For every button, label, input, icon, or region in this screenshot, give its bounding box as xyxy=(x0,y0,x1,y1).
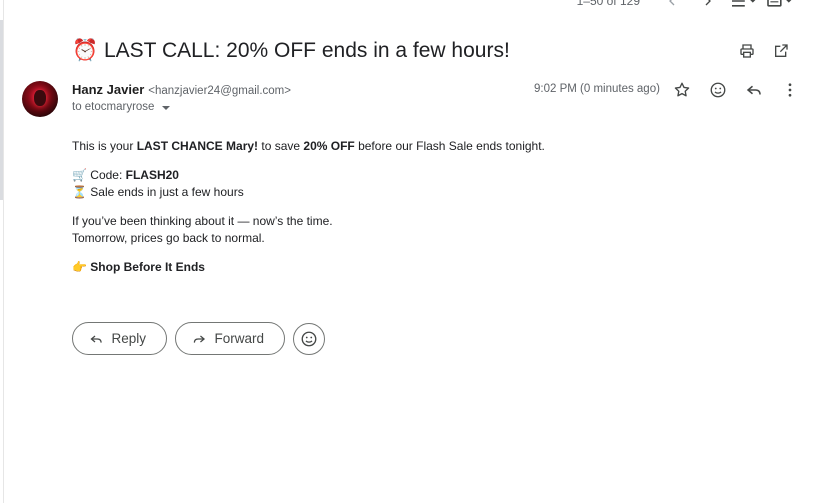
emoji-reaction-icon[interactable] xyxy=(700,77,736,103)
sender-name[interactable]: Hanz Javier xyxy=(72,82,144,97)
email-subject: ⏰ LAST CALL: 20% OFF ends in a few hours… xyxy=(72,39,510,62)
intro-bold-1: LAST CHANCE Mary! xyxy=(136,139,259,153)
promo-code: FLASH20 xyxy=(125,168,179,182)
sale-ends-line: ⏳ Sale ends in just a few hours xyxy=(72,185,244,199)
reply-icon xyxy=(90,335,102,343)
input-tools-icon[interactable] xyxy=(762,0,798,11)
intro-text-3: before our Flash Sale ends tonight. xyxy=(354,139,545,153)
message-time: 9:02 PM (0 minutes ago) xyxy=(534,83,660,95)
sender-line: Hanz Javier <hanzjavier24@gmail.com> xyxy=(72,82,291,97)
reply-button[interactable]: Reply xyxy=(72,322,167,355)
recipient-line[interactable]: to etocmaryrose xyxy=(72,101,171,113)
forward-label: Forward xyxy=(214,331,264,346)
density-icon[interactable] xyxy=(726,0,762,11)
intro-text-1: This is your xyxy=(72,139,137,153)
scrollbar-thumb[interactable] xyxy=(0,20,3,200)
star-icon[interactable] xyxy=(664,77,700,103)
pointing-hand-icon: 👉 xyxy=(72,260,91,274)
intro-text-2: to save xyxy=(258,139,304,153)
details-dropdown-icon[interactable] xyxy=(162,106,171,110)
subject-row: ⏰ LAST CALL: 20% OFF ends in a few hours… xyxy=(72,36,796,66)
message-body: This is your LAST CHANCE Mary! to save 2… xyxy=(72,138,545,276)
tomorrow-line: Tomorrow, prices go back to normal. xyxy=(72,231,265,245)
recipient-text: to etocmaryrose xyxy=(72,101,155,113)
print-icon[interactable] xyxy=(732,36,762,66)
forward-button[interactable]: Forward xyxy=(175,322,285,355)
shop-cta-link[interactable]: Shop Before It Ends xyxy=(90,260,205,274)
cta-line: 👉 Shop Before It Ends xyxy=(72,259,545,276)
think-line: If you’ve been thinking about it — now’s… xyxy=(72,214,333,228)
chevron-right-icon[interactable] xyxy=(690,0,726,11)
chevron-left-icon[interactable] xyxy=(654,0,690,11)
sender-avatar[interactable] xyxy=(22,81,58,117)
emoji-reaction-button[interactable] xyxy=(293,322,325,355)
reply-label: Reply xyxy=(111,331,146,346)
intro-paragraph: This is your LAST CHANCE Mary! to save 2… xyxy=(72,138,545,155)
reply-actions: Reply Forward xyxy=(72,322,325,355)
more-vert-icon[interactable] xyxy=(772,77,808,103)
emoji-icon xyxy=(301,331,317,346)
pagination-text: 1–50 of 129 xyxy=(576,0,640,8)
forward-icon xyxy=(193,335,206,343)
top-toolbar: 1–50 of 129 xyxy=(577,0,798,11)
open-in-new-window-icon[interactable] xyxy=(766,36,796,66)
sender-email: <hanzjavier24@gmail.com> xyxy=(148,85,291,97)
message-actions xyxy=(664,77,808,103)
reply-icon[interactable] xyxy=(736,77,772,103)
intro-bold-2: 20% OFF xyxy=(303,139,355,153)
left-divider xyxy=(0,0,4,503)
code-line: 🛒 Code: FLASH20 xyxy=(72,167,545,184)
code-label: 🛒 Code: xyxy=(72,168,126,182)
